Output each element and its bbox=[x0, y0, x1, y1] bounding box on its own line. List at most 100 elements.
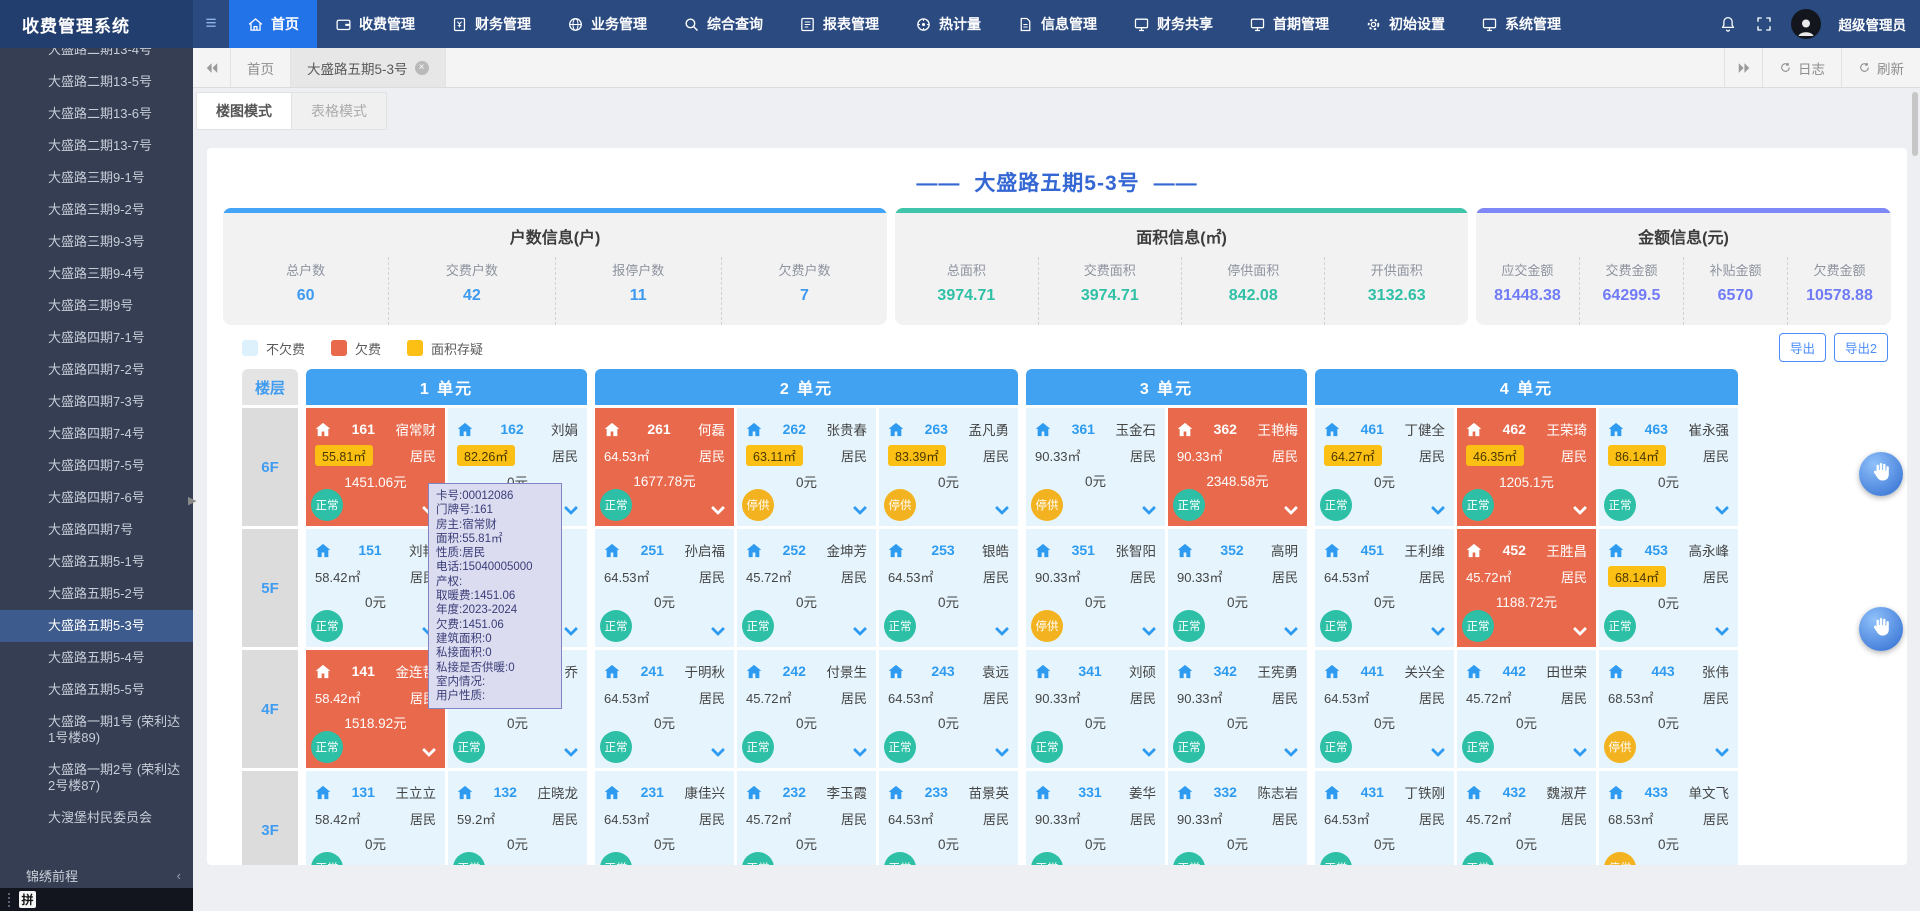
room-card[interactable]: 331姜华90.33㎡居民0元正常 bbox=[1026, 771, 1165, 865]
nav-item-8[interactable]: 信息管理 bbox=[999, 0, 1115, 48]
chevron-down-icon[interactable] bbox=[853, 622, 867, 636]
room-card[interactable]: 443张伟68.53㎡居民0元停供 bbox=[1599, 650, 1738, 768]
nav-item-2[interactable]: 收费管理 bbox=[317, 0, 433, 48]
room-card[interactable]: 452王胜昌45.72㎡居民1188.72元正常 bbox=[1457, 529, 1596, 647]
sidebar-item-15[interactable]: 大盛路四期7-6号 bbox=[0, 482, 193, 514]
chevron-down-icon[interactable] bbox=[1431, 622, 1445, 636]
room-card[interactable]: 242付景生45.72㎡居民0元正常 bbox=[737, 650, 876, 768]
sidebar-item-8[interactable]: 大盛路三期9-4号 bbox=[0, 258, 193, 290]
log-button[interactable]: 日志 bbox=[1762, 48, 1841, 87]
floating-hand-button-2[interactable] bbox=[1859, 607, 1903, 651]
room-card[interactable]: 461丁健全64.27㎡居民0元正常 bbox=[1315, 408, 1454, 526]
room-card[interactable]: 161宿常财55.81㎡居民1451.06元正常 bbox=[306, 408, 445, 526]
export-button-1[interactable]: 导出 bbox=[1779, 333, 1826, 362]
sidebar-item-9[interactable]: 大盛路三期9号 bbox=[0, 290, 193, 322]
room-card[interactable]: 251孙启福64.53㎡居民0元正常 bbox=[595, 529, 734, 647]
chevron-down-icon[interactable] bbox=[711, 622, 725, 636]
room-card[interactable]: 453高永峰68.14㎡居民0元正常 bbox=[1599, 529, 1738, 647]
ime-drag-handle[interactable] bbox=[8, 893, 12, 907]
room-card[interactable]: 361玉金石90.33㎡居民0元停供 bbox=[1026, 408, 1165, 526]
room-card[interactable]: 431丁铁刚64.53㎡居民0元正常 bbox=[1315, 771, 1454, 865]
ime-pinyin-toggle[interactable]: 拼 bbox=[19, 891, 36, 908]
room-card[interactable]: 341刘硕90.33㎡居民0元正常 bbox=[1026, 650, 1165, 768]
chevron-down-icon[interactable] bbox=[1715, 501, 1729, 515]
chevron-down-icon[interactable] bbox=[564, 622, 578, 636]
sidebar-item-17[interactable]: 大盛路五期5-1号 bbox=[0, 546, 193, 578]
bell-icon[interactable] bbox=[1719, 15, 1737, 33]
chevron-down-icon[interactable] bbox=[564, 501, 578, 515]
room-card[interactable]: 232李玉霞45.72㎡居民0元正常 bbox=[737, 771, 876, 865]
room-card[interactable]: 253银皓64.53㎡居民0元正常 bbox=[879, 529, 1018, 647]
chevron-down-icon[interactable] bbox=[1573, 864, 1587, 865]
mode-tab-2[interactable]: 表格模式 bbox=[291, 92, 387, 130]
chevron-down-icon[interactable] bbox=[1573, 743, 1587, 757]
chevron-down-icon[interactable] bbox=[1284, 864, 1298, 865]
room-card[interactable]: 362王艳梅90.33㎡居民2348.58元正常 bbox=[1168, 408, 1307, 526]
room-card[interactable]: 241于明秋64.53㎡居民0元正常 bbox=[595, 650, 734, 768]
chevron-down-icon[interactable] bbox=[1715, 743, 1729, 757]
sidebar-item-14[interactable]: 大盛路四期7-5号 bbox=[0, 450, 193, 482]
room-card[interactable]: 252金坤芳45.72㎡居民0元正常 bbox=[737, 529, 876, 647]
sidebar-item-24[interactable]: 大溲堡村民委员会 bbox=[0, 802, 193, 834]
nav-item-6[interactable]: 报表管理 bbox=[781, 0, 897, 48]
room-card[interactable]: 432魏淑芹45.72㎡居民0元正常 bbox=[1457, 771, 1596, 865]
chevron-down-icon[interactable] bbox=[1715, 864, 1729, 865]
tabs-scroll-left-icon[interactable] bbox=[193, 48, 231, 87]
room-card[interactable]: 441关兴全64.53㎡居民0元正常 bbox=[1315, 650, 1454, 768]
room-card[interactable]: 141金连哲58.42㎡居民1518.92元正常 bbox=[306, 650, 445, 768]
tabs-scroll-right-icon[interactable] bbox=[1724, 48, 1762, 87]
sidebar-item-4[interactable]: 大盛路二期13-7号 bbox=[0, 130, 193, 162]
chevron-down-icon[interactable] bbox=[422, 743, 436, 757]
chevron-down-icon[interactable] bbox=[1431, 864, 1445, 865]
room-card[interactable]: 332陈志岩90.33㎡居民0元正常 bbox=[1168, 771, 1307, 865]
sidebar-item-19[interactable]: 大盛路五期5-3号 bbox=[0, 610, 193, 642]
avatar[interactable] bbox=[1791, 9, 1821, 39]
chevron-down-icon[interactable] bbox=[853, 501, 867, 515]
chevron-down-icon[interactable] bbox=[711, 864, 725, 865]
room-card[interactable]: 262张贵春63.11㎡居民0元停供 bbox=[737, 408, 876, 526]
chevron-down-icon[interactable] bbox=[1142, 622, 1156, 636]
room-card[interactable]: 342王宪勇90.33㎡居民0元正常 bbox=[1168, 650, 1307, 768]
sidebar-item-12[interactable]: 大盛路四期7-3号 bbox=[0, 386, 193, 418]
nav-item-4[interactable]: 业务管理 bbox=[549, 0, 665, 48]
chevron-down-icon[interactable] bbox=[711, 743, 725, 757]
sidebar-item-10[interactable]: 大盛路四期7-1号 bbox=[0, 322, 193, 354]
sidebar-item-23[interactable]: 大盛路一期2号 (荣利达2号楼87) bbox=[0, 754, 193, 802]
room-card[interactable]: 352高明90.33㎡居民0元正常 bbox=[1168, 529, 1307, 647]
nav-item-9[interactable]: 财务共享 bbox=[1115, 0, 1231, 48]
chevron-down-icon[interactable] bbox=[1284, 743, 1298, 757]
nav-item-7[interactable]: 热计量 bbox=[897, 0, 999, 48]
room-card[interactable]: 233苗景英64.53㎡居民0元正常 bbox=[879, 771, 1018, 865]
chevron-down-icon[interactable] bbox=[995, 743, 1009, 757]
fullscreen-icon[interactable] bbox=[1755, 15, 1773, 33]
chevron-down-icon[interactable] bbox=[995, 864, 1009, 865]
chevron-down-icon[interactable] bbox=[995, 622, 1009, 636]
sidebar-item-6[interactable]: 大盛路三期9-2号 bbox=[0, 194, 193, 226]
close-icon[interactable]: × bbox=[415, 61, 429, 75]
sidebar-item-20[interactable]: 大盛路五期5-4号 bbox=[0, 642, 193, 674]
chevron-down-icon[interactable] bbox=[1142, 864, 1156, 865]
floating-hand-button-1[interactable] bbox=[1859, 452, 1903, 496]
chevron-down-icon[interactable] bbox=[422, 864, 436, 865]
chevron-down-icon[interactable] bbox=[564, 743, 578, 757]
room-card[interactable]: 243袁远64.53㎡居民0元正常 bbox=[879, 650, 1018, 768]
sidebar-item-16[interactable]: 大盛路四期7号 bbox=[0, 514, 193, 546]
room-card[interactable]: 132庄晓龙59.2㎡居民0元正常 bbox=[448, 771, 587, 865]
chevron-down-icon[interactable] bbox=[1142, 743, 1156, 757]
sidebar-item-18[interactable]: 大盛路五期5-2号 bbox=[0, 578, 193, 610]
chevron-down-icon[interactable] bbox=[1431, 743, 1445, 757]
nav-item-5[interactable]: 综合查询 bbox=[665, 0, 781, 48]
sidebar-item-11[interactable]: 大盛路四期7-2号 bbox=[0, 354, 193, 386]
sidebar-item-5[interactable]: 大盛路三期9-1号 bbox=[0, 162, 193, 194]
chevron-down-icon[interactable] bbox=[1573, 501, 1587, 515]
sidebar-item-13[interactable]: 大盛路四期7-4号 bbox=[0, 418, 193, 450]
chevron-down-icon[interactable] bbox=[1284, 501, 1298, 515]
nav-item-3[interactable]: 财务管理 bbox=[433, 0, 549, 48]
room-card[interactable]: 442田世荣45.72㎡居民0元正常 bbox=[1457, 650, 1596, 768]
room-card[interactable]: 433单文飞68.53㎡居民0元停供 bbox=[1599, 771, 1738, 865]
chevron-down-icon[interactable] bbox=[1573, 622, 1587, 636]
chevron-down-icon[interactable] bbox=[853, 864, 867, 865]
refresh-button[interactable]: 刷新 bbox=[1841, 48, 1920, 87]
nav-item-11[interactable]: 初始设置 bbox=[1347, 0, 1463, 48]
sidebar-footer-node[interactable]: 锦绣前程 ‹ bbox=[0, 862, 193, 888]
